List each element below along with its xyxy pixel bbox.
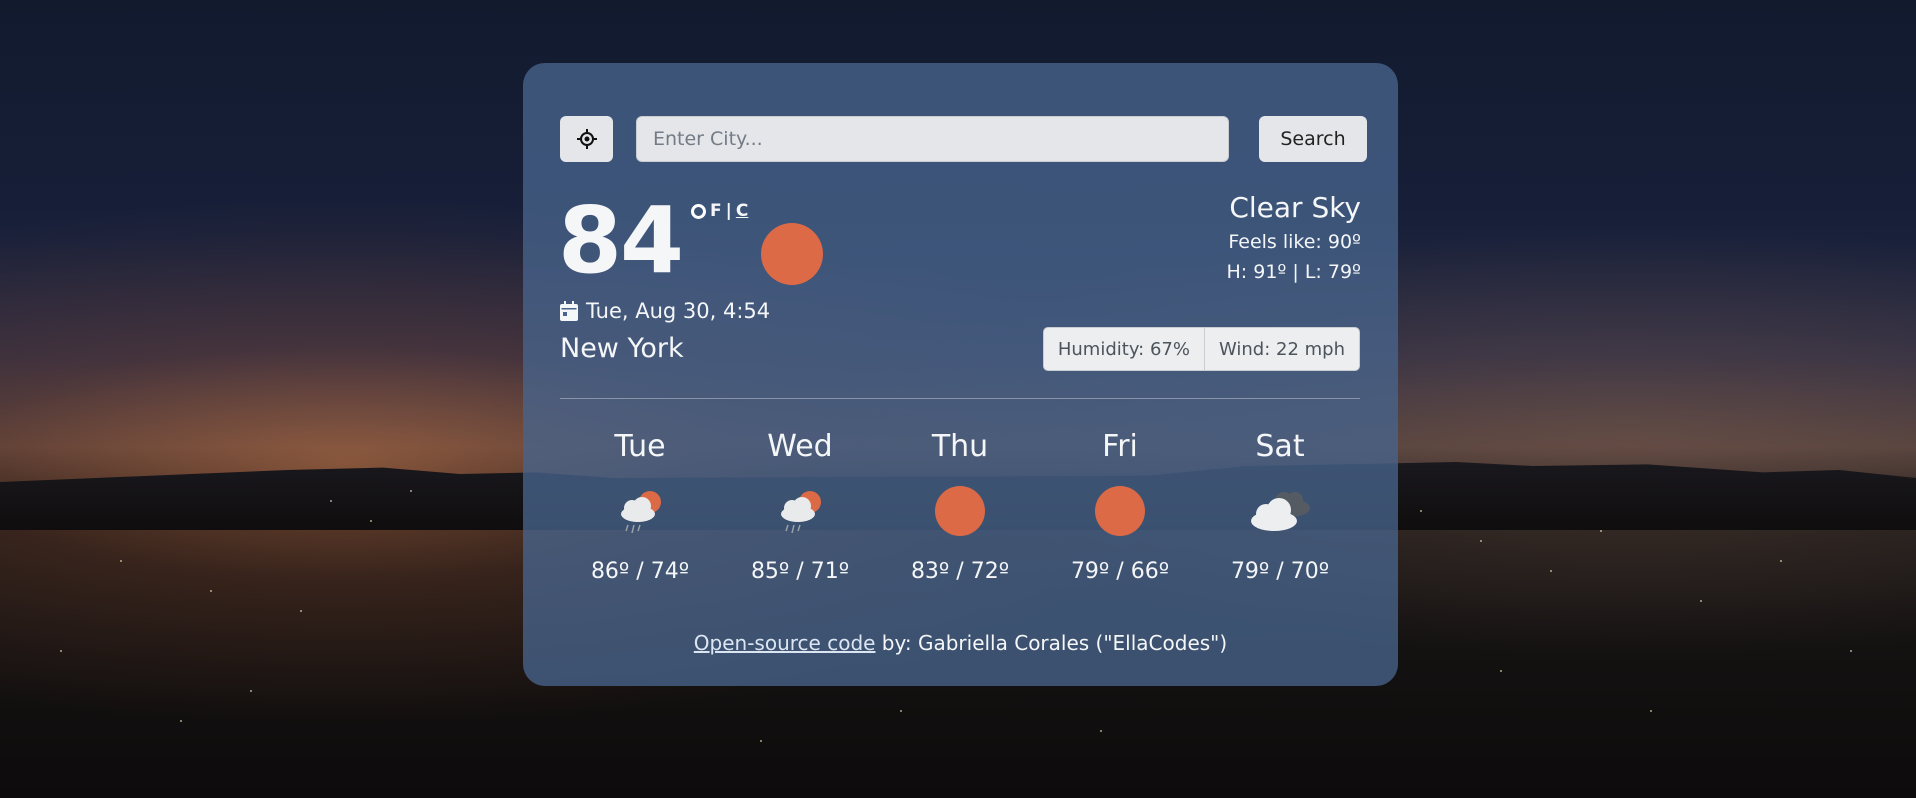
- calendar-icon: [560, 301, 578, 321]
- open-source-link[interactable]: Open-source code: [694, 631, 876, 655]
- forecast-day-name: Thu: [931, 429, 989, 464]
- footer-credit-text: by: Gabriella Corales ("EllaCodes"): [875, 631, 1228, 655]
- city-search-input[interactable]: [636, 116, 1229, 162]
- feels-like: Feels like: 90º: [1228, 231, 1361, 253]
- forecast-day: Sat 79º / 70º: [1200, 427, 1360, 584]
- degree-icon: [691, 203, 706, 219]
- datetime-text: Tue, Aug 30, 4:54: [586, 299, 771, 323]
- forecast-day: Fri 79º / 66º: [1040, 427, 1200, 584]
- unit-separator: |: [725, 201, 732, 221]
- forecast-day: Thu 83º / 72º: [880, 427, 1040, 584]
- forecast-temps: 79º / 66º: [1070, 559, 1170, 584]
- unit-toggle: F | C: [691, 201, 748, 221]
- forecast-day: Wed 85º / 71º: [720, 427, 880, 584]
- forecast-temps: 83º / 72º: [910, 559, 1010, 584]
- divider: [560, 398, 1360, 399]
- humidity-badge: Humidity: 67%: [1042, 327, 1205, 371]
- weather-card: Search 84 F | C Tue, Aug 30, 4:54 New Yo…: [523, 63, 1398, 686]
- forecast-day: Tue 86º / 74º: [560, 427, 720, 584]
- current-location-button[interactable]: [560, 116, 613, 162]
- forecast-row: Tue 86º / 74º Wed 85º / 71º Thu 83º / 72…: [560, 427, 1360, 584]
- high-low: H: 91º | L: 79º: [1226, 261, 1362, 283]
- clouds-icon: [1251, 492, 1310, 531]
- footer-credit: Open-source code by: Gabriella Corales (…: [523, 631, 1398, 655]
- sun-icon: [1095, 486, 1145, 536]
- forecast-temps: 85º / 71º: [750, 559, 850, 584]
- search-button[interactable]: Search: [1259, 116, 1367, 162]
- unit-c[interactable]: C: [736, 201, 748, 221]
- sun-icon: [935, 486, 985, 536]
- forecast-temps: 86º / 74º: [590, 559, 690, 584]
- crosshair-icon: [576, 129, 597, 149]
- forecast-day-name: Tue: [614, 429, 666, 464]
- unit-f[interactable]: F: [710, 201, 722, 221]
- rain-cloud-sun-icon: [621, 491, 661, 534]
- weather-stats: Humidity: 67% Wind: 22 mph: [1042, 327, 1360, 371]
- forecast-day-name: Sat: [1255, 429, 1305, 464]
- current-temperature: 84: [558, 187, 684, 294]
- forecast-day-name: Wed: [767, 429, 833, 464]
- weather-condition: Clear Sky: [1229, 191, 1361, 224]
- forecast-day-name: Fri: [1102, 429, 1138, 464]
- rain-cloud-sun-icon: [781, 491, 821, 534]
- current-datetime: Tue, Aug 30, 4:54: [560, 299, 770, 323]
- forecast-temps: 79º / 70º: [1230, 559, 1330, 584]
- wind-badge: Wind: 22 mph: [1204, 327, 1360, 371]
- city-name: New York: [560, 333, 684, 364]
- sun-icon: [761, 223, 823, 285]
